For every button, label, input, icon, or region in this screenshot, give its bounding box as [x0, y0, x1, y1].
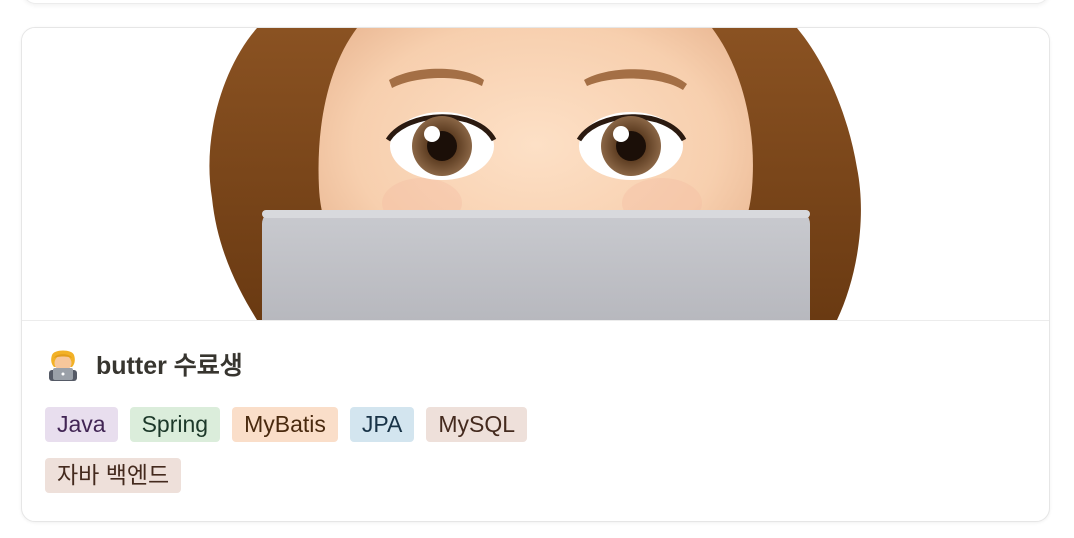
cover-image: [22, 28, 1049, 321]
tag-java: Java: [45, 407, 118, 442]
tag-spring: Spring: [129, 407, 221, 442]
tag-list: Java Spring MyBatis JPA MySQL 자바 백엔드: [45, 407, 645, 509]
card-title-row[interactable]: butter 수료생: [46, 346, 243, 382]
tag-mysql: MySQL: [426, 407, 528, 442]
gallery-card[interactable]: butter 수료생 Java Spring MyBatis JPA MySQL 자바 …: [21, 27, 1050, 522]
technologist-icon: [49, 350, 77, 381]
tag-jpa: JPA: [349, 407, 415, 442]
tag-mybatis: MyBatis: [232, 407, 338, 442]
previous-card-edge: [22, 0, 1050, 4]
card-title: butter 수료생: [96, 352, 243, 380]
tag-row: 자바 백엔드: [45, 458, 645, 494]
tag-row: Java Spring MyBatis JPA MySQL: [45, 407, 645, 443]
tag-자바-백엔드: 자바 백엔드: [45, 458, 182, 493]
